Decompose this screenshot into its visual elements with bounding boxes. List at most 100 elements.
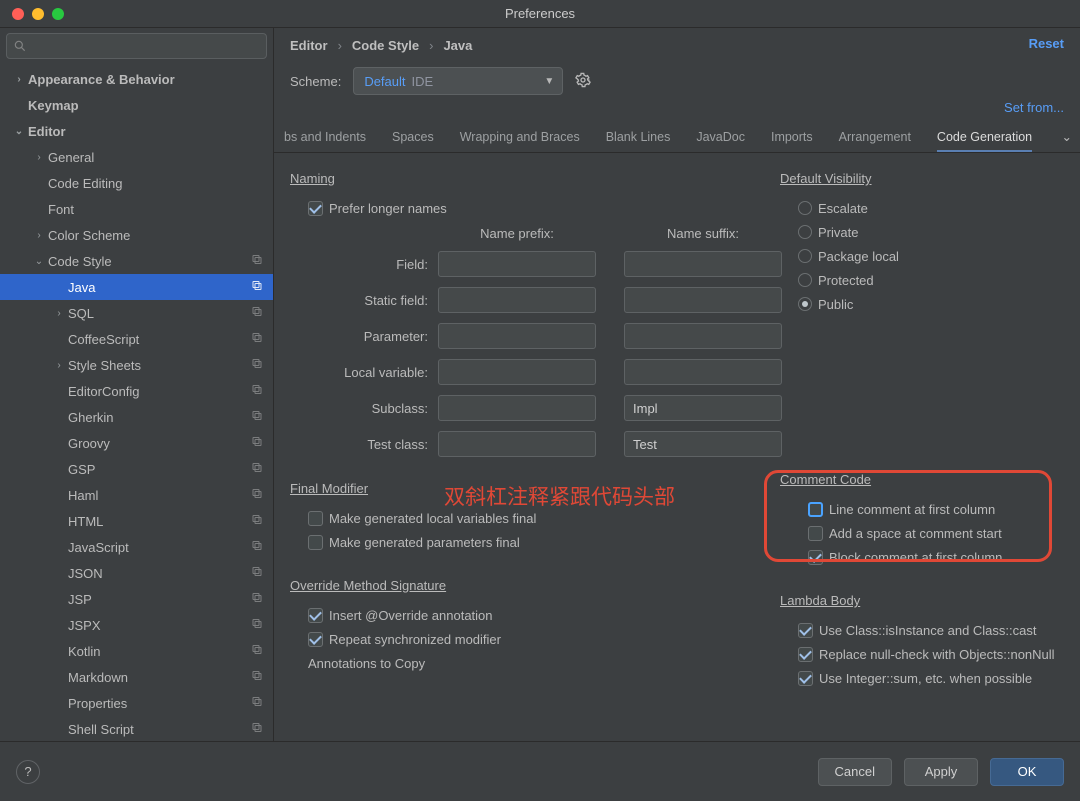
suffix-input[interactable] <box>624 359 782 385</box>
sidebar-item[interactable]: HTML <box>0 508 273 534</box>
checkbox-icon <box>308 201 323 216</box>
suffix-input[interactable] <box>624 323 782 349</box>
sidebar-item[interactable]: ⌄ Editor <box>0 118 273 144</box>
checkbox-option[interactable]: Repeat synchronized modifier <box>290 627 780 651</box>
sidebar-item[interactable]: JSP <box>0 586 273 612</box>
prefix-input[interactable] <box>438 323 596 349</box>
sidebar-item[interactable]: Haml <box>0 482 273 508</box>
sidebar-item-label: Groovy <box>68 436 110 451</box>
scope-icon <box>251 618 263 633</box>
sidebar-item[interactable]: Shell Script <box>0 716 273 741</box>
sidebar-item[interactable]: Markdown <box>0 664 273 690</box>
col-header-prefix: Name prefix: <box>438 226 596 241</box>
tab[interactable]: Wrapping and Braces <box>460 130 580 152</box>
suffix-input[interactable]: Test <box>624 431 782 457</box>
sidebar-item[interactable]: ›Style Sheets <box>0 352 273 378</box>
sidebar-item-label: Markdown <box>68 670 128 685</box>
radio-option[interactable]: Protected <box>780 268 1080 292</box>
sidebar-item[interactable]: ›SQL <box>0 300 273 326</box>
suffix-input[interactable]: Impl <box>624 395 782 421</box>
sidebar-item[interactable]: Groovy <box>0 430 273 456</box>
scheme-combo[interactable]: Default IDE ▼ <box>353 67 563 95</box>
sidebar-item[interactable]: ›Color Scheme <box>0 222 273 248</box>
tab[interactable]: JavaDoc <box>696 130 745 152</box>
sidebar-item[interactable]: Code Editing <box>0 170 273 196</box>
apply-button[interactable]: Apply <box>904 758 978 786</box>
checkbox-option[interactable]: Insert @Override annotation <box>290 603 780 627</box>
ok-button[interactable]: OK <box>990 758 1064 786</box>
tab[interactable]: Blank Lines <box>606 130 671 152</box>
minimize-window-button[interactable] <box>32 8 44 20</box>
sidebar-item[interactable]: JSPX <box>0 612 273 638</box>
breadcrumb-item[interactable]: Editor <box>290 38 328 53</box>
tab[interactable]: bs and Indents <box>284 130 366 152</box>
radio-option[interactable]: Public <box>780 292 1080 316</box>
sidebar-item[interactable]: ›General <box>0 144 273 170</box>
tabs: bs and Indents Spaces Wrapping and Braces B… <box>274 119 1080 153</box>
sidebar-item[interactable]: Java <box>0 274 273 300</box>
close-window-button[interactable] <box>12 8 24 20</box>
checkbox-option[interactable]: Replace null-check with Objects::nonNull <box>780 642 1080 666</box>
radio-label: Public <box>818 297 853 312</box>
sidebar-item[interactable]: EditorConfig <box>0 378 273 404</box>
sidebar-item[interactable]: CoffeeScript <box>0 326 273 352</box>
tab[interactable]: Code Generation <box>937 130 1032 152</box>
annotation-box <box>764 470 1052 562</box>
sidebar-item-label: Font <box>48 202 74 217</box>
prefix-input[interactable] <box>438 395 596 421</box>
checkbox-prefer-longer-names[interactable]: Prefer longer names <box>290 196 780 220</box>
sidebar-item[interactable]: Properties <box>0 690 273 716</box>
sidebar-item-label: JSON <box>68 566 103 581</box>
scheme-name: Default <box>364 74 405 89</box>
gear-icon[interactable] <box>575 72 591 91</box>
prefix-input[interactable] <box>438 359 596 385</box>
tab[interactable]: Imports <box>771 130 813 152</box>
zoom-window-button[interactable] <box>52 8 64 20</box>
breadcrumb-item[interactable]: Code Style <box>352 38 419 53</box>
field-label: Local variable: <box>344 365 438 380</box>
tab[interactable]: Arrangement <box>839 130 911 152</box>
sidebar-item[interactable]: Kotlin <box>0 638 273 664</box>
sidebar-item[interactable]: JSON <box>0 560 273 586</box>
sidebar-item[interactable]: Gherkin <box>0 404 273 430</box>
prefix-input[interactable] <box>438 287 596 313</box>
checkbox-option[interactable]: Use Class::isInstance and Class::cast <box>780 618 1080 642</box>
tabs-overflow-icon[interactable]: ⌄ <box>1062 129 1072 144</box>
sidebar-item-label: CoffeeScript <box>68 332 139 347</box>
sidebar-item-label: Appearance & Behavior <box>28 72 175 87</box>
expander-icon: › <box>14 74 24 85</box>
sidebar-item[interactable]: Font <box>0 196 273 222</box>
checkbox-option[interactable]: Use Integer::sum, etc. when possible <box>780 666 1080 690</box>
sidebar: › Appearance & Behavior Keymap ⌄ Editor ›Gene… <box>0 28 274 741</box>
breadcrumb-item: Java <box>443 38 472 53</box>
sidebar-item-label: Color Scheme <box>48 228 130 243</box>
radio-option[interactable]: Package local <box>780 244 1080 268</box>
sidebar-item-label: Editor <box>28 124 66 139</box>
cancel-button[interactable]: Cancel <box>818 758 892 786</box>
help-button[interactable]: ? <box>16 760 40 784</box>
suffix-input[interactable] <box>624 251 782 277</box>
expander-icon: ⌄ <box>14 126 24 137</box>
reset-link[interactable]: Reset <box>1029 36 1064 51</box>
sidebar-item[interactable]: Keymap <box>0 92 273 118</box>
prefix-input[interactable] <box>438 431 596 457</box>
sidebar-item[interactable]: › Appearance & Behavior <box>0 66 273 92</box>
field-label: Subclass: <box>372 401 438 416</box>
breadcrumb-sep: › <box>338 38 342 53</box>
radio-option[interactable]: Private <box>780 220 1080 244</box>
checkbox-option[interactable]: Make generated parameters final <box>290 530 780 554</box>
search-input[interactable] <box>6 33 267 59</box>
sidebar-item-label: Code Style <box>48 254 112 269</box>
scheme-label: Scheme: <box>290 74 341 89</box>
set-from-link[interactable]: Set from... <box>1004 100 1064 115</box>
tab[interactable]: Spaces <box>392 130 434 152</box>
sidebar-item[interactable]: ⌄Code Style <box>0 248 273 274</box>
sidebar-item[interactable]: JavaScript <box>0 534 273 560</box>
suffix-input[interactable] <box>624 287 782 313</box>
sidebar-item[interactable]: GSP <box>0 456 273 482</box>
prefix-input[interactable] <box>438 251 596 277</box>
titlebar: Preferences <box>0 0 1080 28</box>
expander-icon: › <box>54 308 64 319</box>
radio-option[interactable]: Escalate <box>780 196 1080 220</box>
scope-icon <box>251 644 263 659</box>
